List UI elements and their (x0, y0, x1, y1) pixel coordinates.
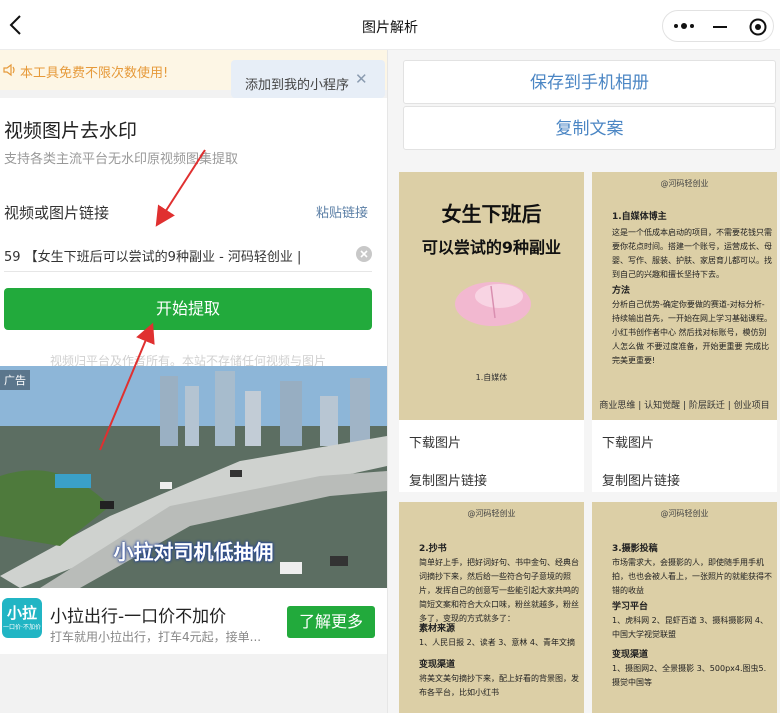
left-panel: 本工具免费不限次数使用! 视频图片去水印 支持各类主流平台无水印原视频图集提取 … (0, 50, 387, 713)
image-tile-1: 女生下班后 可以尝试的9种副业 1.自媒体 下载图片 复制图片链接 (399, 172, 584, 492)
nav-bar: 图片解析 (0, 0, 780, 50)
tile4-platform-heading: 学习平台 (612, 602, 649, 612)
right-panel: 保存到手机相册 复制文案 女生下班后 可以尝试的9种副业 1.自媒体 下载图片 … (387, 50, 780, 713)
ad-logo-sub: 一口价·不加价 (3, 624, 41, 631)
tile3-heading: 2.抄书 (419, 544, 447, 554)
tile3-source-text: 1、人民日报 2、读者 3、意林 4、青年文摘 (419, 638, 575, 647)
ad-caption: 小拉对司机低抽佣 (113, 540, 274, 564)
form-heading: 视频图片去水印 (4, 120, 138, 142)
save-to-album-button[interactable]: 保存到手机相册 (403, 60, 776, 104)
tile2-brand: @河码轻创业 (660, 179, 709, 188)
tile4-heading: 3.摄影投稿 (612, 544, 658, 554)
tile3-channel-text: 将美文美句摘抄下来，配上好看的背景图，发布各平台，比如小红书 (419, 674, 579, 697)
download-image-2[interactable]: 下载图片 (602, 432, 654, 451)
start-extract-button[interactable]: 开始提取 (4, 288, 372, 330)
tile3-brand: @河码轻创业 (467, 509, 516, 518)
tile1-subtitle: 可以尝试的9种副业 (421, 238, 562, 257)
tile4-channel-heading: 变现渠道 (612, 650, 649, 660)
link-label: 视频或图片链接 (4, 204, 110, 222)
extract-form: 视频图片去水印 支持各类主流平台无水印原视频图集提取 视频或图片链接 粘贴链接 … (0, 98, 387, 394)
clear-input-icon[interactable] (356, 246, 372, 262)
learn-more-button[interactable]: 了解更多 (287, 606, 375, 638)
close-miniprogram-icon[interactable] (749, 18, 767, 36)
menu-capsule (662, 10, 774, 42)
tile4-channel-text: 1、摄图网2、全景摄影 3、500px4.图虫5.摄觉中国等 (612, 664, 767, 687)
ad-title: 小拉出行-一口价不加价 (50, 607, 227, 627)
tile3-paragraph: 简单好上手，把好词好句、书中金句、经典台词摘抄下来，然后给一些符合句子意境的照片… (419, 558, 579, 623)
paste-link-button[interactable]: 粘贴链接 (316, 202, 368, 221)
tile2-paragraph: 这是一个低成本启动的项目，不需要花钱只需要你花点时间。搭建一个账号，运营成长、母… (612, 228, 772, 279)
tile2-footer: 商业思维 | 认知觉醒 | 阶层跃迁 | 创业项目 (599, 401, 770, 411)
tile2-method-text: 分析自己优势-确定你要做的赛道-对标分析-持续输出首先，一开始在网上学习基础课程… (612, 300, 772, 365)
tile4-platform-text: 1、虎科网 2、昆虾百道 3、摄科摄影网 4、中国大学视觉联盟 (612, 616, 768, 639)
image-tile-4: @河码轻创业 3.摄影投稿 市场需求大，会摄影的人，即使随手用手机拍，也也会被人… (592, 502, 777, 713)
tile1-note: 1.自媒体 (475, 373, 508, 382)
copy-text-button[interactable]: 复制文案 (403, 106, 776, 150)
ad-tag: 广告 (0, 370, 30, 390)
tile2-heading: 1.自媒体博主 (612, 212, 667, 222)
ad-bar[interactable]: 小拉 一口价·不加价 小拉出行-一口价不加价 打车就用小拉出行，打车4元起，接单… (0, 588, 387, 654)
link-input[interactable]: 59 【女生下班后可以尝试的9种副业 - 河码轻创业 | (4, 238, 372, 272)
ad-description: 打车就用小拉出行，打车4元起，接单... (50, 630, 262, 644)
tile4-brand: @河码轻创业 (660, 509, 709, 518)
tile1-title: 女生下班后 (441, 202, 542, 226)
ad-logo: 小拉 一口价·不加价 (2, 598, 42, 638)
download-image-1[interactable]: 下载图片 (409, 432, 461, 451)
minimize-icon[interactable] (713, 26, 727, 28)
add-miniprogram-tip: 添加到我的小程序 ✕ (231, 60, 385, 98)
image-preview-4[interactable]: @河码轻创业 3.摄影投稿 市场需求大，会摄影的人，即使随手用手机拍，也也会被人… (592, 502, 777, 713)
tile2-method-heading: 方法 (612, 286, 631, 296)
image-preview-1[interactable]: 女生下班后 可以尝试的9种副业 1.自媒体 (399, 172, 584, 420)
tile4-paragraph: 市场需求大，会摄影的人，即使随手用手机拍，也也会被人看上，一张照片的就能获得不错… (612, 558, 772, 595)
copy-image-link-1[interactable]: 复制图片链接 (409, 470, 487, 489)
speaker-icon (3, 63, 15, 77)
ad-logo-text: 小拉 (6, 604, 37, 622)
tip-text: 添加到我的小程序 (245, 78, 350, 93)
image-preview-3[interactable]: @河码轻创业 2.抄书 简单好上手，把好词好句、书中金句、经典台词摘抄下来，然后… (399, 502, 584, 713)
ad-image[interactable]: 广告 小拉对司机低抽佣 (0, 366, 387, 588)
image-tile-3: @河码轻创业 2.抄书 简单好上手，把好词好句、书中金句、经典台词摘抄下来，然后… (399, 502, 584, 713)
form-subheading: 支持各类主流平台无水印原视频图集提取 (4, 152, 239, 167)
image-preview-2[interactable]: @河码轻创业 1.自媒体博主 这是一个低成本启动的项目，不需要花钱只需要你花点时… (592, 172, 777, 420)
pink-mouse-image (455, 282, 531, 326)
more-icon[interactable] (673, 20, 695, 32)
tile3-source-heading: 素材来源 (419, 624, 456, 634)
image-tile-2: @河码轻创业 1.自媒体博主 这是一个低成本启动的项目，不需要花钱只需要你花点时… (592, 172, 777, 492)
tile3-channel-heading: 变现渠道 (419, 660, 456, 670)
tip-close-icon[interactable]: ✕ (355, 70, 368, 88)
link-input-value[interactable]: 59 【女生下班后可以尝试的9种副业 - 河码轻创业 | (4, 246, 301, 265)
notice-text: 本工具免费不限次数使用! (20, 66, 169, 81)
copy-image-link-2[interactable]: 复制图片链接 (602, 470, 680, 489)
